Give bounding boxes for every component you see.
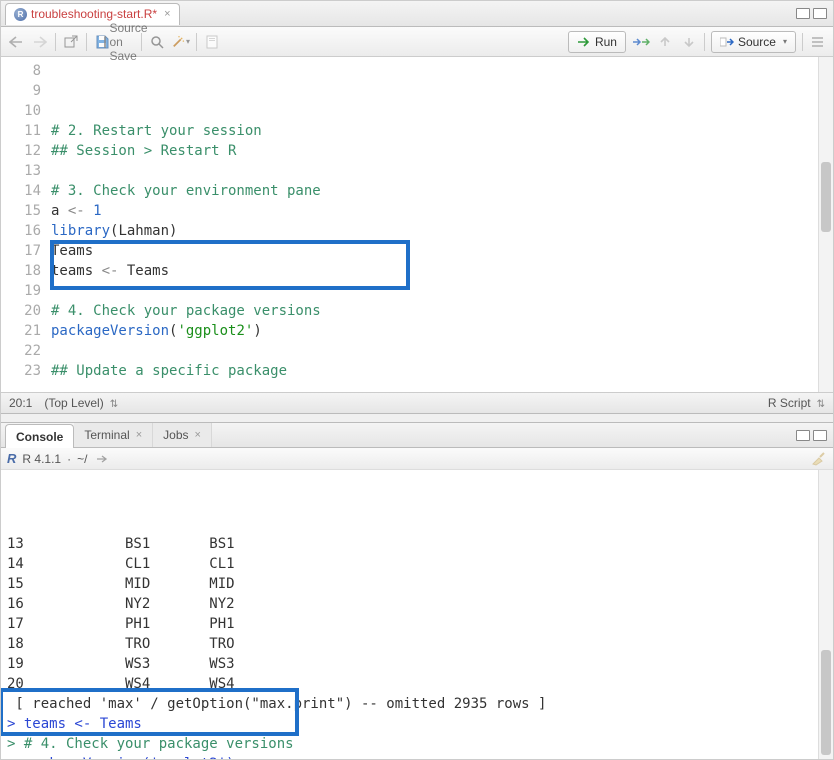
code-line[interactable]: library(Lahman) (51, 221, 818, 241)
line-number: 22 (1, 341, 41, 361)
editor-statusbar: 20:1 (Top Level) R Script (1, 392, 833, 414)
line-number: 14 (1, 181, 41, 201)
code-line[interactable]: packageVersion('ggplot2') (51, 321, 818, 341)
line-gutter: 891011121314151617181920212223 (1, 57, 51, 392)
source-editor[interactable]: 891011121314151617181920212223 # 2. Rest… (1, 57, 833, 392)
line-number: 12 (1, 141, 41, 161)
report-icon[interactable] (203, 33, 221, 51)
outline-icon[interactable] (809, 33, 827, 51)
line-number: 8 (1, 61, 41, 81)
code-line[interactable] (51, 381, 818, 392)
code-line[interactable]: Teams (51, 241, 818, 261)
clear-console-icon[interactable] (809, 450, 827, 468)
code-line[interactable]: ## Session > Restart R (51, 141, 818, 161)
console-text[interactable]: 13 BS1 BS114 CL1 CL115 MID MID16 NY2 NY2… (1, 470, 818, 759)
jobs-tab[interactable]: Jobs× (153, 423, 212, 447)
console-tabrow: Console Terminal× Jobs× (1, 422, 833, 448)
rstudio-window: R troubleshooting-start.R* × Source on S… (0, 0, 834, 760)
console-line: 19 WS3 WS3 (7, 654, 812, 674)
code-line[interactable]: # 2. Restart your session (51, 121, 818, 141)
line-number: 13 (1, 161, 41, 181)
code-line[interactable] (51, 161, 818, 181)
run-arrow-icon (577, 37, 591, 47)
close-terminal-icon[interactable]: × (134, 429, 142, 441)
console-line: 18 TRO TRO (7, 634, 812, 654)
console-header: R R 4.1.1 · ~/ (1, 448, 833, 470)
line-number: 23 (1, 361, 41, 381)
console-line: 20 WS4 WS4 (7, 674, 812, 694)
console-line: 14 CL1 CL1 (7, 554, 812, 574)
console-pane-controls[interactable] (796, 430, 833, 441)
code-line[interactable]: a <- 1 (51, 201, 818, 221)
rerun-icon[interactable] (632, 33, 650, 51)
find-icon[interactable] (148, 33, 166, 51)
line-number: 19 (1, 281, 41, 301)
console-scrollbar[interactable] (818, 470, 833, 759)
r-version: R 4.1.1 (22, 452, 61, 466)
working-dir: ~/ (77, 452, 87, 466)
code-section-selector[interactable]: (Top Level) (44, 396, 118, 410)
save-icon[interactable] (93, 33, 111, 51)
pane-window-controls[interactable] (796, 8, 833, 19)
cursor-position: 20:1 (9, 396, 32, 410)
close-tab-icon[interactable]: × (161, 8, 170, 20)
code-line[interactable]: ## Update a specific package (51, 361, 818, 381)
console-line: 15 MID MID (7, 574, 812, 594)
console-tab[interactable]: Console (5, 424, 74, 448)
code-line[interactable] (51, 341, 818, 361)
source-button[interactable]: Source ▾ (711, 31, 796, 53)
line-number: 11 (1, 121, 41, 141)
console-line: 16 NY2 NY2 (7, 594, 812, 614)
console-line: > # 4. Check your package versions (7, 734, 812, 754)
editor-toolbar: Source on Save ▾ Run Source ▾ (1, 27, 833, 57)
wand-icon[interactable]: ▾ (172, 33, 190, 51)
code-line[interactable]: # 4. Check your package versions (51, 301, 818, 321)
go-to-dir-icon[interactable] (93, 450, 111, 468)
line-number: 16 (1, 221, 41, 241)
section-down-icon[interactable] (680, 33, 698, 51)
section-up-icon[interactable] (656, 33, 674, 51)
line-number: 9 (1, 81, 41, 101)
console-line: > packageVersion('ggplot2') (7, 754, 812, 759)
line-number: 18 (1, 261, 41, 281)
terminal-tab[interactable]: Terminal× (74, 423, 153, 447)
line-number: 17 (1, 241, 41, 261)
pane-splitter[interactable] (1, 414, 833, 422)
code-line[interactable] (51, 281, 818, 301)
r-file-icon: R (14, 8, 27, 21)
nav-back-icon[interactable] (7, 33, 25, 51)
console-line: [ reached 'max' / getOption("max.print")… (7, 694, 812, 714)
line-number: 15 (1, 201, 41, 221)
popout-icon[interactable] (62, 33, 80, 51)
console-line: 17 PH1 PH1 (7, 614, 812, 634)
line-number: 20 (1, 301, 41, 321)
file-tab[interactable]: R troubleshooting-start.R* × (5, 3, 180, 25)
code-area[interactable]: # 2. Restart your session## Session > Re… (51, 57, 818, 392)
line-number: 21 (1, 321, 41, 341)
nav-fwd-icon[interactable] (31, 33, 49, 51)
r-logo-icon: R (7, 451, 16, 466)
code-line[interactable]: teams <- Teams (51, 261, 818, 281)
filetype-selector[interactable]: R Script (768, 396, 825, 410)
line-number: 10 (1, 101, 41, 121)
run-button[interactable]: Run (568, 31, 626, 53)
console-body[interactable]: 13 BS1 BS114 CL1 CL115 MID MID16 NY2 NY2… (1, 470, 833, 759)
console-line: > teams <- Teams (7, 714, 812, 734)
console-line: 13 BS1 BS1 (7, 534, 812, 554)
editor-scrollbar[interactable] (818, 57, 833, 392)
close-jobs-icon[interactable]: × (193, 429, 201, 441)
file-tab-name: troubleshooting-start.R* (31, 7, 157, 21)
source-on-save-toggle[interactable]: Source on Save (117, 33, 135, 51)
code-line[interactable]: # 3. Check your environment pane (51, 181, 818, 201)
source-arrow-icon (720, 37, 734, 47)
